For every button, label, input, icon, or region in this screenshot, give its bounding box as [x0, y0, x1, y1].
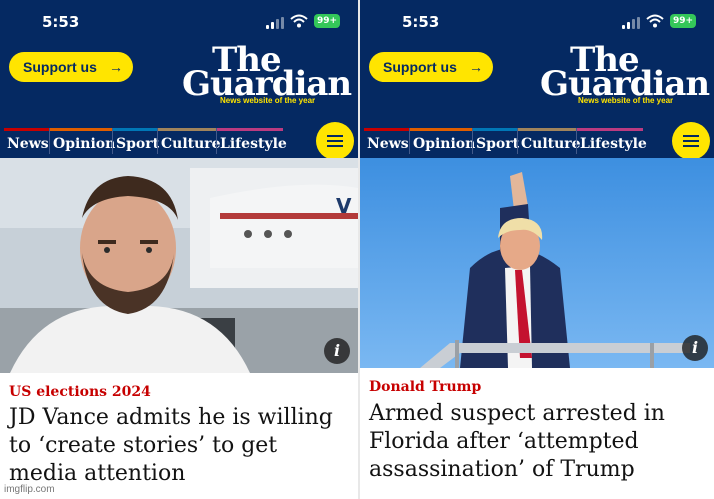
cellular-signal-icon [622, 17, 640, 29]
watermark: imgflip.com [4, 484, 55, 495]
article-photo[interactable]: V i [0, 158, 358, 373]
waving-figure-illustration [360, 158, 714, 368]
nav-culture[interactable]: Culture [158, 128, 221, 154]
status-bar: 5:53 99+ [0, 0, 358, 44]
nav-opinion[interactable]: Opinion [410, 128, 475, 154]
nav-news[interactable]: News [4, 128, 49, 154]
status-time: 5:53 [402, 13, 440, 31]
cellular-signal-icon [266, 17, 284, 29]
masthead: Support us → The Guardian News website o… [360, 40, 714, 124]
masthead: Support us → The Guardian News website o… [0, 40, 358, 124]
nav-lifestyle[interactable]: Lifestyle [217, 128, 287, 154]
article-headline[interactable]: JD Vance admits he is willing to ‘create… [9, 404, 357, 488]
article-headline[interactable]: Armed suspect arrested in Florida after … [369, 400, 713, 484]
arrow-right-icon: → [469, 59, 483, 75]
article-kicker[interactable]: Donald Trump [369, 379, 481, 395]
headline-line: Armed suspect arrested in [369, 401, 665, 426]
status-time: 5:53 [42, 13, 80, 31]
headline-line: media attention [9, 461, 186, 486]
headline-line: assassination’ of Trump [369, 457, 635, 482]
logo-tagline: News website of the year [220, 96, 316, 105]
battery-icon: 99+ [314, 14, 340, 28]
section-nav: News Opinion Sport Culture Lifestyle [0, 124, 358, 158]
headline-line: JD Vance admits he is willing [9, 405, 333, 430]
section-nav: News Opinion Sport Culture Lifestyle [360, 124, 714, 158]
headline-line: Florida after ‘attempted [369, 429, 639, 454]
nav-lifestyle[interactable]: Lifestyle [577, 128, 647, 154]
support-us-label: Support us [23, 59, 97, 75]
headline-line: to ‘create stories’ to get [9, 433, 278, 458]
article-screenshot-left: 5:53 99+ Support us → The Guardian News … [0, 0, 358, 499]
info-icon[interactable]: i [324, 338, 350, 364]
guardian-logo[interactable]: The Guardian News website of the year [182, 40, 352, 106]
nav-news[interactable]: News [364, 128, 409, 154]
menu-button[interactable] [316, 122, 354, 160]
support-us-button[interactable]: Support us → [9, 52, 133, 82]
nav-opinion[interactable]: Opinion [50, 128, 115, 154]
menu-button[interactable] [672, 122, 710, 160]
wifi-icon [290, 14, 308, 28]
wifi-icon [646, 14, 664, 28]
article-photo[interactable]: i [360, 158, 714, 368]
article-kicker[interactable]: US elections 2024 [9, 384, 151, 400]
info-icon[interactable]: i [682, 335, 708, 361]
article-screenshot-right: 5:53 99+ Support us → The Guardian News … [360, 0, 714, 499]
svg-text:V: V [336, 194, 352, 218]
nav-culture[interactable]: Culture [518, 128, 581, 154]
support-us-label: Support us [383, 59, 457, 75]
battery-icon: 99+ [670, 14, 696, 28]
nav-sport[interactable]: Sport [473, 128, 519, 154]
portrait-illustration: V [0, 158, 358, 373]
arrow-right-icon: → [109, 59, 123, 75]
guardian-logo[interactable]: The Guardian News website of the year [540, 40, 710, 106]
nav-sport[interactable]: Sport [113, 128, 159, 154]
status-bar: 5:53 99+ [360, 0, 714, 44]
logo-tagline: News website of the year [578, 96, 674, 105]
support-us-button[interactable]: Support us → [369, 52, 493, 82]
